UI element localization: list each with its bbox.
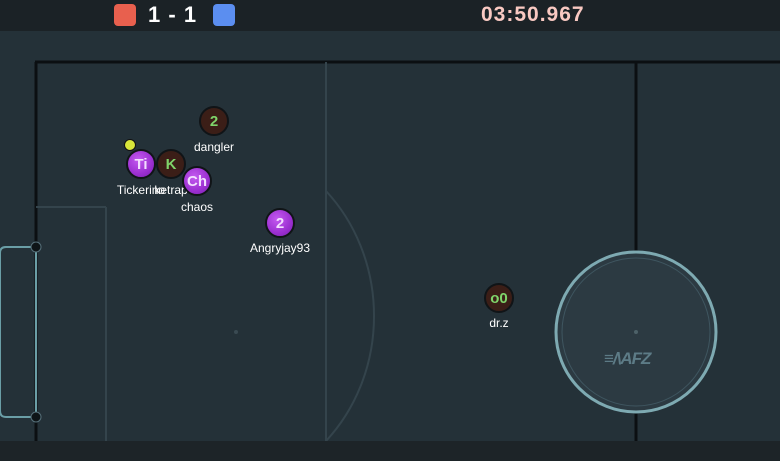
player-avatar: 2	[265, 208, 295, 238]
penalty-spot	[234, 330, 238, 334]
penalty-arc	[325, 190, 376, 441]
player-name: ketrap	[154, 183, 188, 197]
player-name: dr.z	[489, 316, 509, 330]
center-spot	[634, 330, 638, 334]
score-separator: -	[168, 2, 177, 27]
goal-post-bottom	[30, 411, 42, 423]
goal-post-top	[30, 241, 42, 253]
player-name: chaos	[180, 200, 214, 214]
player-avatar: K	[156, 149, 186, 179]
blue-team-indicator	[213, 4, 235, 26]
player-avatar: Ch	[182, 166, 212, 196]
pitch-lines	[0, 60, 780, 441]
pitch-logo: ≡/\AFZ	[604, 349, 651, 368]
red-score: 1	[148, 2, 162, 27]
player-avatar: 2	[199, 106, 229, 136]
score-display: 1 - 1	[148, 2, 197, 28]
blue-score: 1	[183, 2, 198, 27]
goal-net	[0, 246, 36, 418]
match-timer: 03:50.967	[481, 3, 585, 26]
scoreboard-bar: 1 - 1 03:50.967	[0, 0, 780, 31]
player-avatar: Ti	[126, 149, 156, 179]
red-team-indicator	[114, 4, 136, 26]
player-name: Angryjay93	[249, 241, 311, 255]
bottom-strip	[0, 441, 780, 461]
player-avatar: o0	[484, 283, 514, 313]
